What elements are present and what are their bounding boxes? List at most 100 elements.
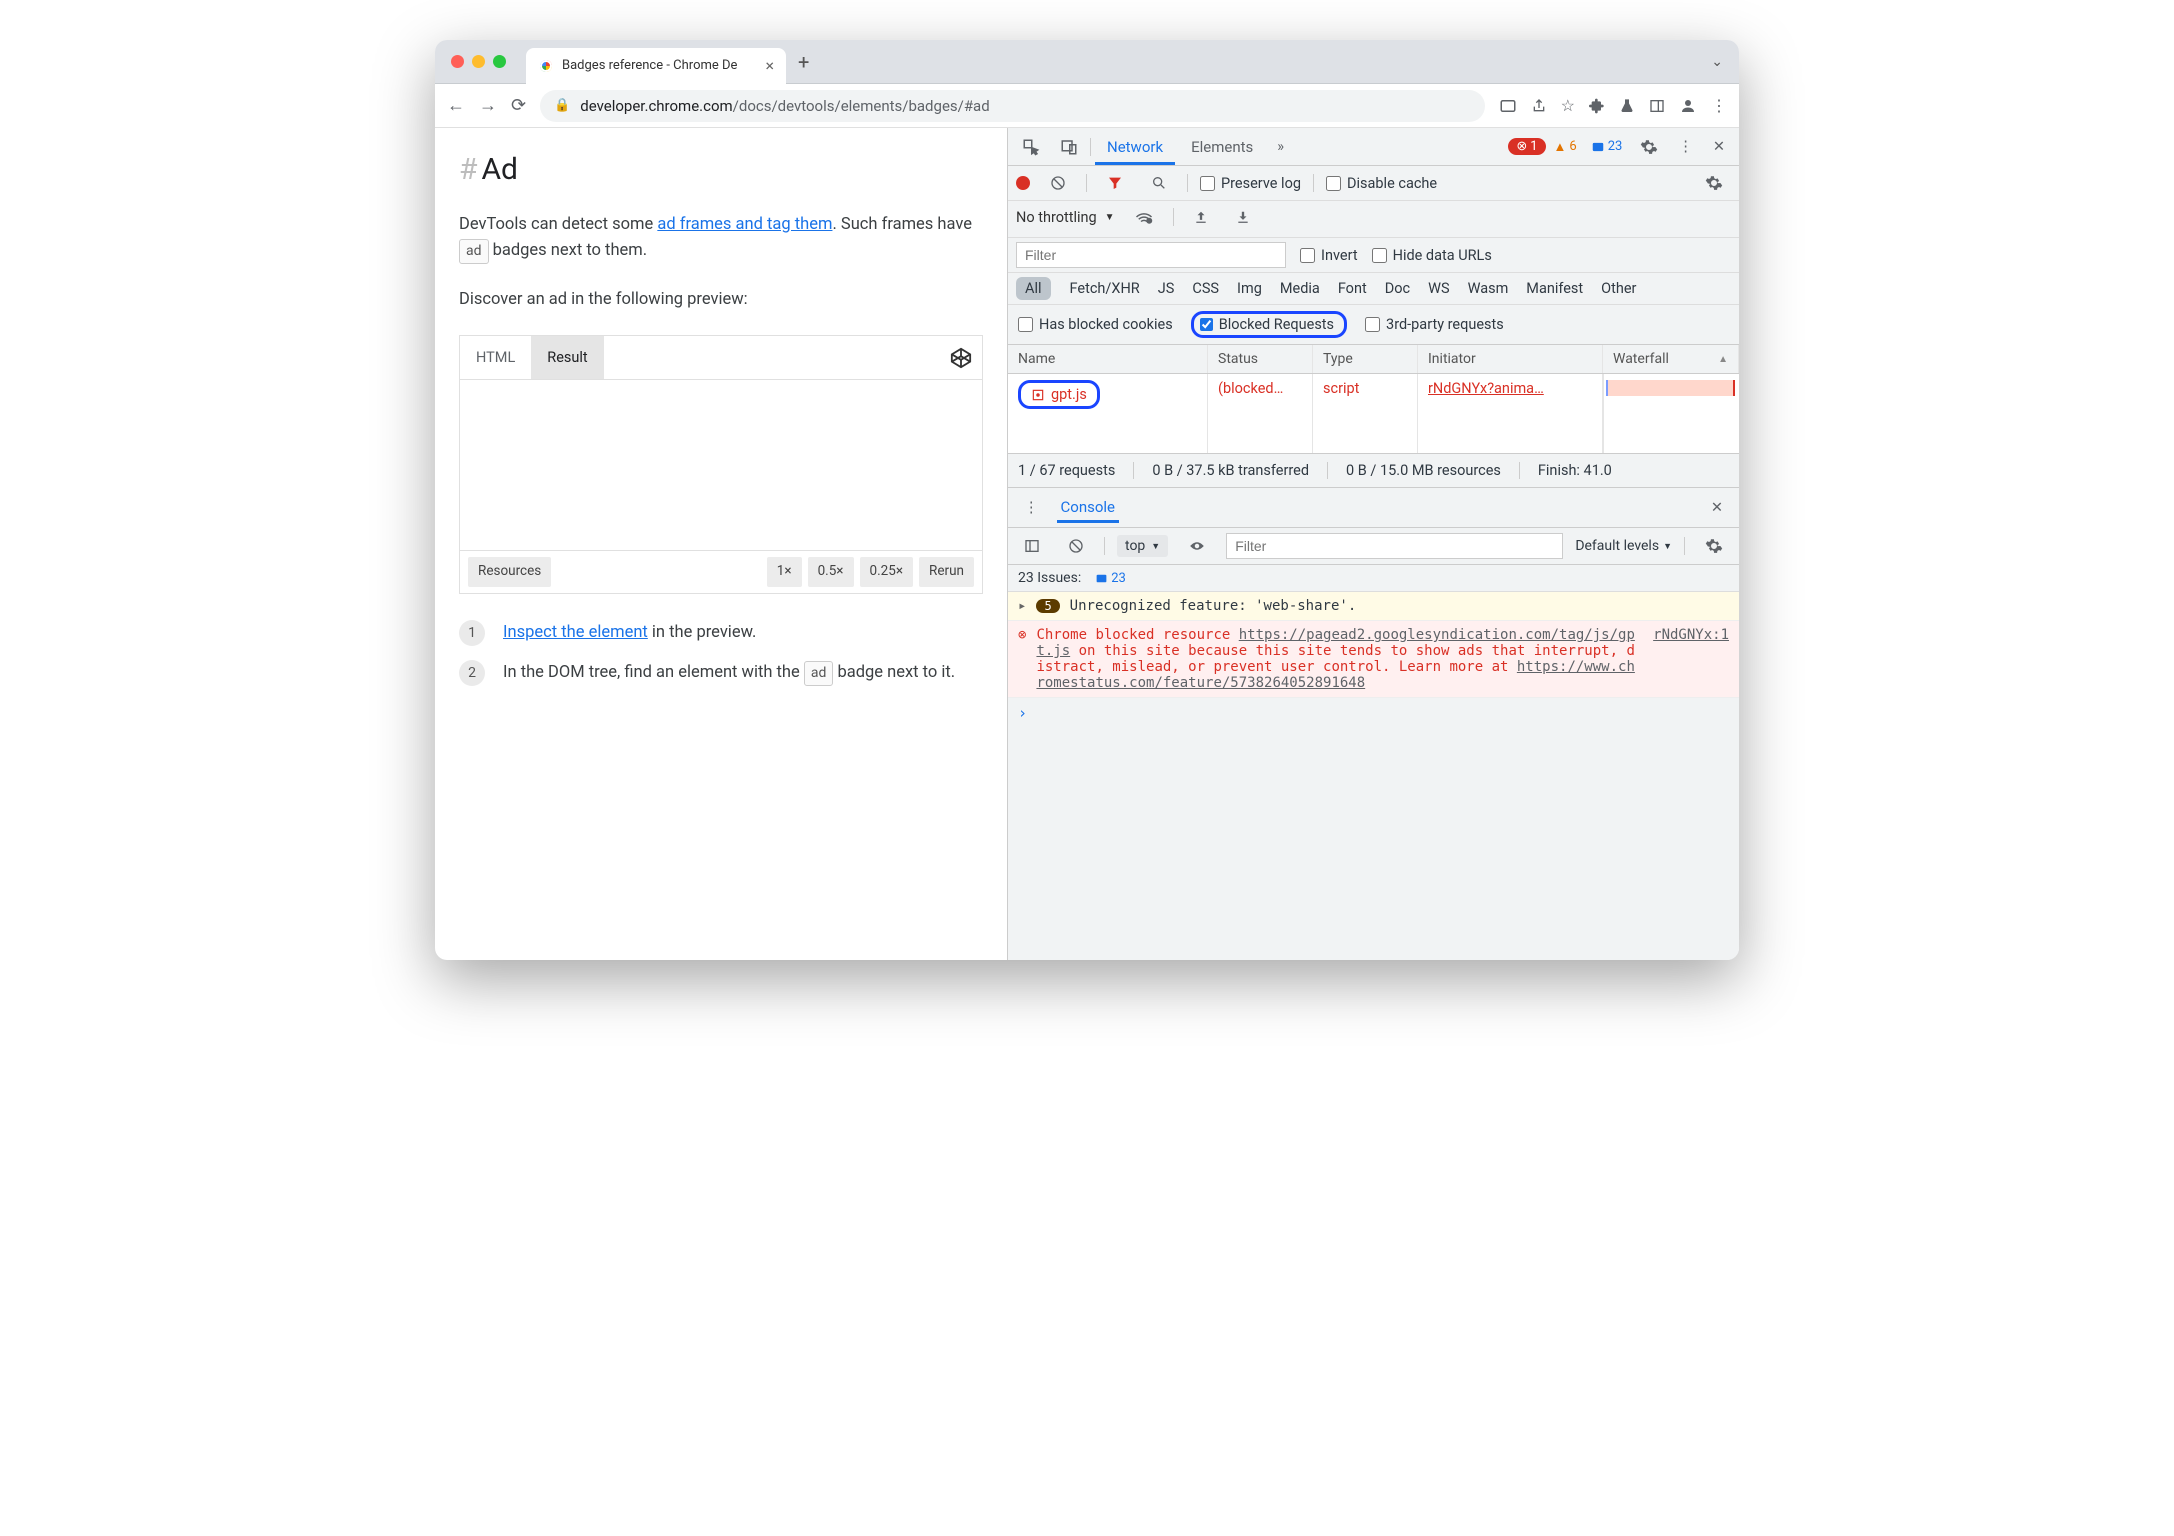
settings-icon[interactable] xyxy=(1632,134,1666,160)
inspect-icon[interactable] xyxy=(1014,134,1048,160)
clear-icon[interactable] xyxy=(1042,171,1074,195)
disable-cache-checkbox[interactable]: Disable cache xyxy=(1326,175,1437,192)
ad-frames-link[interactable]: ad frames and tag them xyxy=(657,215,832,234)
resources-button[interactable]: Resources xyxy=(468,557,551,587)
rerun-button[interactable]: Rerun xyxy=(919,557,974,587)
console-drawer-header: ⋮ Console ✕ xyxy=(1008,488,1739,528)
preview-tab-html[interactable]: HTML xyxy=(460,336,531,379)
console-clear-icon[interactable] xyxy=(1060,534,1092,558)
type-wasm[interactable]: Wasm xyxy=(1459,277,1518,300)
console-filter-input[interactable] xyxy=(1226,533,1563,559)
col-waterfall[interactable]: Waterfall▲ xyxy=(1603,345,1739,373)
table-row[interactable]: gpt.js (blocked… script rNdGNYx?anima… xyxy=(1008,374,1603,453)
network-settings-icon[interactable] xyxy=(1697,170,1731,196)
log-levels-select[interactable]: Default levels▼ xyxy=(1575,538,1672,554)
type-js[interactable]: JS xyxy=(1149,277,1184,300)
menu-icon[interactable]: ⋮ xyxy=(1711,96,1727,115)
console-error-row[interactable]: ⊗ Chrome blocked resource https://pagead… xyxy=(1008,621,1739,698)
throttling-select[interactable]: No throttling▼ xyxy=(1016,209,1115,226)
zoom-05x-button[interactable]: 0.5× xyxy=(808,557,854,587)
type-media[interactable]: Media xyxy=(1271,277,1329,300)
col-type[interactable]: Type xyxy=(1313,345,1418,373)
warning-count[interactable]: ▲6 xyxy=(1548,139,1583,155)
filter-toggle-icon[interactable] xyxy=(1099,171,1131,195)
screenshot-icon[interactable] xyxy=(1499,97,1517,115)
browser-tab[interactable]: Badges reference - Chrome De × xyxy=(526,48,786,84)
maximize-window-button[interactable] xyxy=(493,55,506,68)
zoom-025x-button[interactable]: 0.25× xyxy=(860,557,914,587)
third-party-checkbox[interactable]: 3rd-party requests xyxy=(1365,316,1504,333)
network-tab[interactable]: Network xyxy=(1095,129,1175,165)
inspect-element-link[interactable]: Inspect the element xyxy=(503,623,648,642)
device-toggle-icon[interactable] xyxy=(1052,134,1086,160)
console-settings-icon[interactable] xyxy=(1697,533,1731,559)
extensions-icon[interactable] xyxy=(1589,98,1605,114)
type-css[interactable]: CSS xyxy=(1183,277,1228,300)
tabs-dropdown-icon[interactable]: ⌄ xyxy=(1711,54,1723,70)
console-menu-icon[interactable]: ⋮ xyxy=(1016,495,1047,520)
minimize-window-button[interactable] xyxy=(472,55,485,68)
profile-icon[interactable] xyxy=(1679,97,1697,115)
type-all[interactable]: All xyxy=(1016,277,1051,300)
finish-time: Finish: 41.0 xyxy=(1538,462,1630,479)
more-tabs-icon[interactable]: » xyxy=(1269,134,1292,159)
type-doc[interactable]: Doc xyxy=(1376,277,1419,300)
kebab-menu-icon[interactable]: ⋮ xyxy=(1670,134,1701,159)
preserve-log-checkbox[interactable]: Preserve log xyxy=(1200,175,1301,192)
close-drawer-icon[interactable]: ✕ xyxy=(1703,495,1731,520)
type-manifest[interactable]: Manifest xyxy=(1517,277,1592,300)
error-count[interactable]: ⊗1 xyxy=(1508,138,1545,155)
close-tab-icon[interactable]: × xyxy=(765,56,774,75)
console-warning-row[interactable]: ▸ 5 Unrecognized feature: 'web-share'. xyxy=(1008,592,1739,621)
status-indicators[interactable]: ⊗1 ▲6 23 xyxy=(1508,138,1628,155)
network-filter-input[interactable] xyxy=(1016,242,1286,268)
codepen-icon[interactable] xyxy=(950,347,972,369)
share-icon[interactable] xyxy=(1531,98,1547,114)
labs-icon[interactable] xyxy=(1619,98,1635,114)
expand-icon[interactable]: ▸ xyxy=(1018,598,1026,614)
elements-tab[interactable]: Elements xyxy=(1179,129,1265,165)
col-status[interactable]: Status xyxy=(1208,345,1313,373)
blocked-requests-checkbox[interactable]: Blocked Requests xyxy=(1191,311,1347,338)
error-source-link[interactable]: rNdGNYx:1 xyxy=(1653,627,1729,691)
info-count[interactable]: 23 xyxy=(1585,139,1629,154)
initiator-link[interactable]: rNdGNYx?anima… xyxy=(1428,380,1544,397)
close-window-button[interactable] xyxy=(451,55,464,68)
zoom-1x-button[interactable]: 1× xyxy=(767,557,802,587)
console-prompt[interactable]: › xyxy=(1008,698,1739,728)
browser-toolbar: ← → ⟳ 🔒 developer.chrome.com/docs/devtoo… xyxy=(435,84,1739,128)
reload-button[interactable]: ⟳ xyxy=(511,95,526,116)
back-button[interactable]: ← xyxy=(447,95,465,116)
record-button[interactable] xyxy=(1016,176,1030,190)
col-initiator[interactable]: Initiator xyxy=(1418,345,1603,373)
issues-bar[interactable]: 23 Issues: 23 xyxy=(1008,565,1739,592)
type-ws[interactable]: WS xyxy=(1419,277,1458,300)
extra-filters-row: Has blocked cookies Blocked Requests 3rd… xyxy=(1008,305,1739,345)
type-img[interactable]: Img xyxy=(1228,277,1271,300)
has-blocked-cookies-checkbox[interactable]: Has blocked cookies xyxy=(1018,316,1173,333)
forward-button[interactable]: → xyxy=(479,95,497,116)
network-conditions-icon[interactable] xyxy=(1127,206,1161,228)
console-sidebar-icon[interactable] xyxy=(1016,534,1048,558)
type-font[interactable]: Font xyxy=(1329,277,1376,300)
download-har-icon[interactable] xyxy=(1228,205,1258,229)
upload-har-icon[interactable] xyxy=(1186,205,1216,229)
context-selector[interactable]: top▼ xyxy=(1117,535,1168,557)
invert-checkbox[interactable]: Invert xyxy=(1300,247,1358,264)
hide-data-urls-checkbox[interactable]: Hide data URLs xyxy=(1372,247,1492,264)
live-expression-icon[interactable] xyxy=(1180,536,1214,556)
preview-tab-result[interactable]: Result xyxy=(531,336,603,379)
address-bar[interactable]: 🔒 developer.chrome.com/docs/devtools/ele… xyxy=(540,90,1485,122)
close-devtools-icon[interactable]: ✕ xyxy=(1705,134,1733,159)
side-panel-icon[interactable] xyxy=(1649,98,1665,114)
col-name[interactable]: Name xyxy=(1008,345,1208,373)
bookmark-icon[interactable]: ☆ xyxy=(1561,96,1575,115)
browser-window: Badges reference - Chrome De × + ⌄ ← → ⟳… xyxy=(435,40,1739,960)
new-tab-button[interactable]: + xyxy=(798,50,809,74)
search-icon[interactable] xyxy=(1143,171,1175,195)
codepen-preview: HTML Result Resources 1× 0.5× 0.25× Reru… xyxy=(459,335,983,594)
anchor-hash-icon: # xyxy=(459,152,477,187)
console-tab[interactable]: Console xyxy=(1057,492,1120,523)
type-fetch[interactable]: Fetch/XHR xyxy=(1061,277,1149,300)
type-other[interactable]: Other xyxy=(1592,277,1645,300)
